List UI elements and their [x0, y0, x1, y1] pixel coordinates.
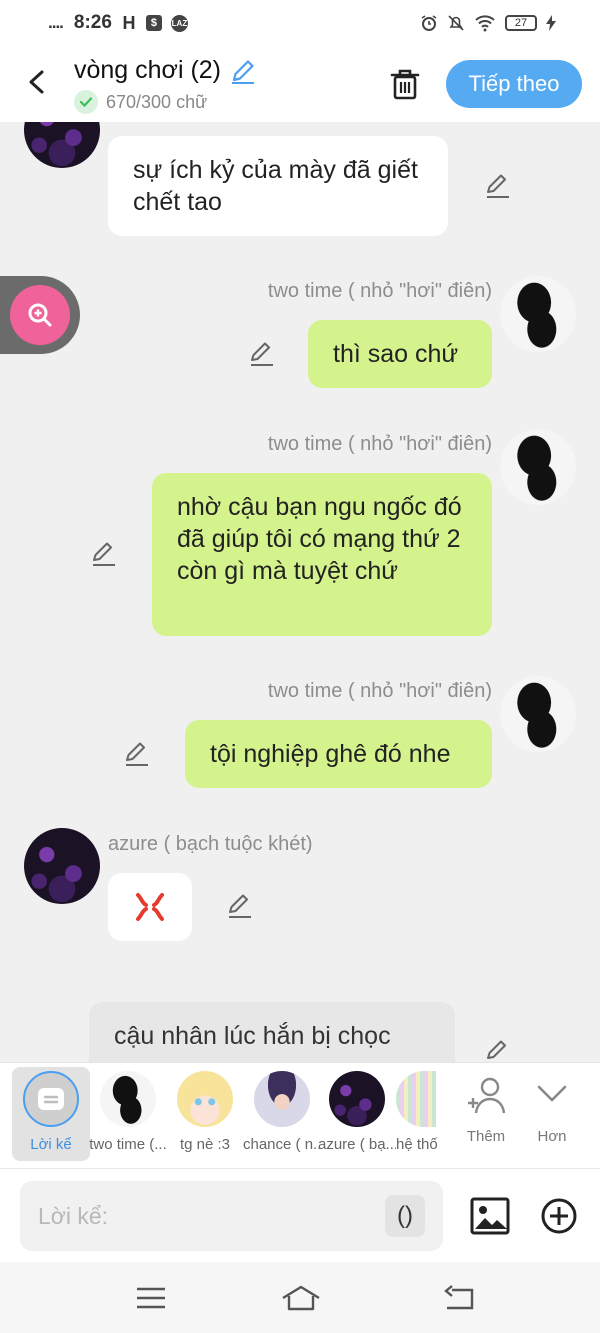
header: vòng chơi (2) 670/300 chữ Tiếp theo [0, 46, 600, 122]
character-avatar [100, 1071, 156, 1127]
image-icon[interactable] [470, 1197, 510, 1235]
character-label: hệ thố [396, 1136, 438, 1153]
chat-area[interactable]: sự ích kỷ của mày đã giết chết tao two t… [0, 122, 600, 1062]
message-text: thì sao chứ [333, 340, 459, 368]
home-icon[interactable] [281, 1284, 321, 1312]
message-bubble[interactable]: sự ích kỷ của mày đã giết chết tao [108, 136, 448, 236]
app-h-icon: H [122, 13, 136, 33]
avatar-two-time[interactable] [500, 276, 576, 352]
character-tg[interactable]: tg nè :3 [166, 1071, 244, 1153]
character-avatar [254, 1071, 310, 1127]
anger-emoji-icon [136, 893, 164, 921]
more-label: Hơn [537, 1128, 567, 1145]
edit-message-icon[interactable] [90, 540, 118, 568]
character-azure[interactable]: azure ( bạ... [318, 1071, 396, 1153]
input-placeholder: Lời kể: [38, 1203, 109, 1229]
character-narrator[interactable]: Lời kể [12, 1067, 90, 1161]
status-right: 27 [420, 14, 556, 32]
mute-bell-icon [448, 15, 464, 31]
character-label: Lời kể [30, 1136, 72, 1153]
add-character-button[interactable]: Thêm [456, 1075, 516, 1145]
avatar-azure[interactable] [24, 122, 100, 168]
next-button[interactable]: Tiếp theo [446, 60, 582, 108]
message-text: sự ích kỷ của mày đã giết chết tao [133, 156, 418, 216]
speaker-name: azure ( bạch tuộc khét) [108, 833, 313, 855]
avatar-two-time[interactable] [500, 429, 576, 505]
message-bubble[interactable]: thì sao chứ [308, 320, 492, 388]
avatar-azure[interactable] [24, 828, 100, 904]
battery-level: 27 [514, 17, 528, 29]
character-avatar [177, 1071, 233, 1127]
edit-message-icon[interactable] [484, 1038, 512, 1062]
edit-message-icon[interactable] [248, 340, 276, 368]
sticker-bubble[interactable] [108, 873, 192, 941]
subtitle-row: 670/300 chữ [74, 90, 207, 114]
parentheses-button[interactable]: () [385, 1195, 425, 1237]
narration-icon [23, 1071, 79, 1127]
shop-icon: $ [145, 15, 162, 31]
more-button[interactable]: Hơn [522, 1075, 582, 1145]
zoom-in-icon [10, 285, 70, 345]
narration-input[interactable]: Lời kể: () [20, 1181, 443, 1251]
message-text: nhờ cậu bạn ngu ngốc đó đã giúp tôi có m… [177, 493, 462, 585]
add-circle-icon[interactable] [540, 1197, 578, 1235]
check-icon [74, 90, 98, 114]
status-left: .... 8:26 H $ LAZ [48, 12, 188, 34]
add-label: Thêm [466, 1128, 506, 1145]
character-label: azure ( bạ... [318, 1136, 396, 1153]
word-count: 670/300 chữ [106, 91, 208, 112]
input-bar: Lời kể: () [0, 1168, 600, 1262]
alarm-icon [421, 15, 437, 31]
speaker-name: two time ( nhỏ "hơi" điên) [267, 280, 492, 302]
character-avatar [329, 1071, 385, 1127]
lazada-icon: LAZ [170, 14, 188, 32]
message-text: cậu nhân lúc hắn bị chọc [114, 1022, 391, 1050]
character-strip: Lời kể two time (... tg nè :3 chance ( n… [0, 1062, 600, 1168]
back-arrow-icon[interactable] [22, 64, 52, 100]
add-person-icon [468, 1077, 506, 1114]
message-bubble[interactable]: nhờ cậu bạn ngu ngốc đó đã giúp tôi có m… [152, 473, 492, 636]
edit-title-icon[interactable] [229, 57, 257, 85]
wifi-icon [475, 15, 495, 32]
edit-message-icon[interactable] [484, 172, 512, 200]
message-text: tội nghiệp ghê đó nhe [210, 740, 451, 768]
chevron-down-icon [537, 1085, 567, 1102]
zoom-floating-button[interactable] [0, 276, 80, 354]
back-nav-icon[interactable] [442, 1284, 476, 1312]
character-two-time[interactable]: two time (... [89, 1071, 167, 1153]
system-nav-bar [0, 1262, 600, 1333]
character-label: chance ( n... [243, 1136, 321, 1153]
speaker-name: two time ( nhỏ "hơi" điên) [267, 433, 492, 455]
character-chance[interactable]: chance ( n... [243, 1071, 321, 1153]
menu-icon[interactable] [134, 1284, 168, 1312]
avatar-two-time[interactable] [500, 676, 576, 752]
title-row: vòng chơi (2) [74, 56, 257, 85]
message-bubble[interactable]: tội nghiệp ghê đó nhe [185, 720, 492, 788]
page-title: vòng chơi (2) [74, 56, 222, 84]
character-label: two time (... [89, 1136, 167, 1153]
edit-message-icon[interactable] [226, 892, 254, 920]
character-label: tg nè :3 [179, 1136, 231, 1153]
narration-bubble[interactable]: cậu nhân lúc hắn bị chọc [89, 1002, 455, 1062]
signal-icon: .... [48, 13, 64, 32]
character-avatar [396, 1071, 436, 1127]
trash-icon[interactable] [388, 66, 422, 102]
status-time: 8:26 [73, 12, 112, 33]
status-bar: .... 8:26 H $ LAZ 27 [0, 0, 600, 46]
charging-icon [546, 15, 556, 31]
speaker-name: two time ( nhỏ "hơi" điên) [267, 680, 492, 702]
edit-message-icon[interactable] [123, 740, 151, 768]
battery-icon: 27 [505, 15, 537, 31]
character-system[interactable]: hệ thố [396, 1071, 438, 1153]
